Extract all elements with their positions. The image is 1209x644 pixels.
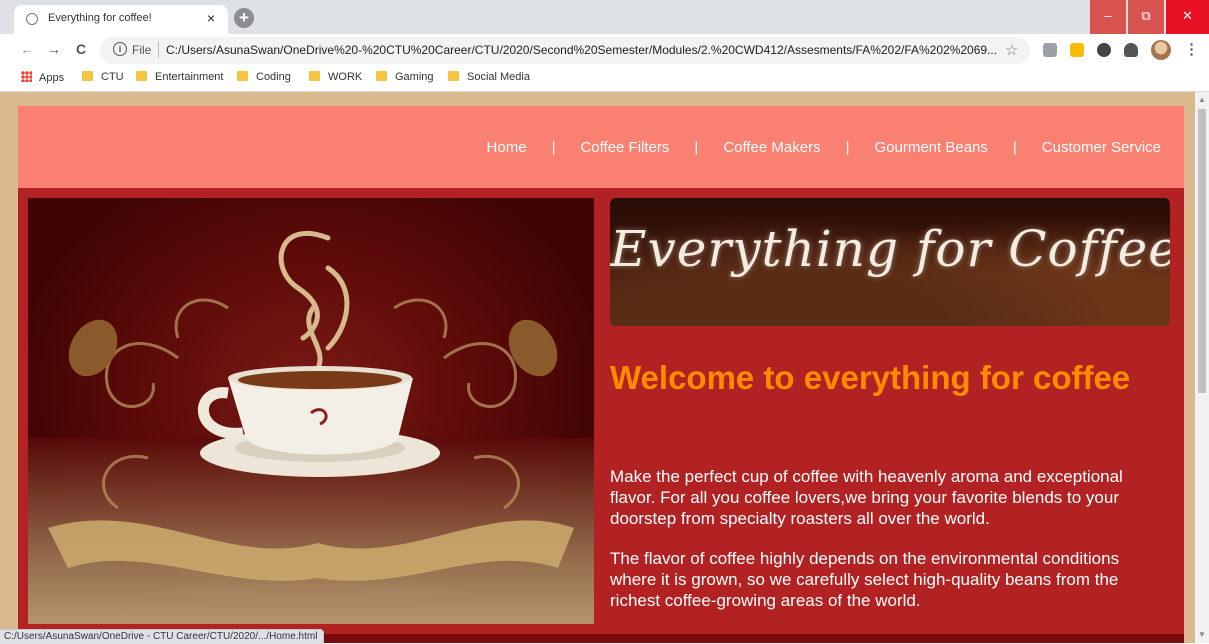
nav-home[interactable]: Home: [487, 139, 527, 156]
address-bar[interactable]: i File C:/Users/AsunaSwan/OneDrive%20-%2…: [100, 37, 1030, 64]
flavor-paragraph: The flavor of coffee highly depends on t…: [610, 549, 1120, 610]
nav-separator: |: [1012, 139, 1017, 156]
page-viewport: Home | Coffee Filters | Coffee Makers | …: [0, 92, 1195, 643]
tab-title: Everything for coffee!: [48, 12, 152, 24]
folder-icon: [376, 71, 387, 81]
address-separator: [158, 42, 159, 58]
nav-gourment-beans[interactable]: Gourment Beans: [874, 139, 987, 156]
bookmark-coding[interactable]: Coding: [237, 71, 291, 83]
tab-strip: Everything for coffee! × + – ⧉ ✕: [0, 0, 1209, 34]
menu-kebab-icon[interactable]: ⋮: [1184, 40, 1199, 58]
tab-close-icon[interactable]: ×: [207, 10, 215, 26]
nav-separator: |: [694, 139, 699, 156]
profile-avatar[interactable]: [1151, 40, 1171, 60]
bookmark-social-media[interactable]: Social Media: [448, 71, 530, 83]
bookmark-ctu[interactable]: CTU: [82, 71, 124, 83]
forward-icon[interactable]: →: [47, 41, 61, 57]
nav-customer-service[interactable]: Customer Service: [1042, 139, 1161, 156]
nav-separator: |: [845, 139, 850, 156]
welcome-heading: Welcome to everything for coffee: [610, 359, 1131, 396]
apps-grid-icon: [21, 71, 32, 82]
extension-yellow-icon[interactable]: [1070, 43, 1084, 57]
scroll-down-icon[interactable]: ▼: [1198, 630, 1206, 639]
folder-icon: [237, 71, 248, 81]
scheme-label: File: [132, 43, 152, 57]
close-window-button[interactable]: ✕: [1166, 0, 1209, 34]
scroll-thumb[interactable]: [1198, 109, 1206, 393]
back-icon[interactable]: ←: [20, 41, 34, 57]
scroll-up-icon[interactable]: ▲: [1198, 95, 1206, 104]
vertical-scrollbar[interactable]: ▲ ▼: [1195, 92, 1209, 643]
nav-coffee-makers[interactable]: Coffee Makers: [723, 139, 820, 156]
site-header: Home | Coffee Filters | Coffee Makers | …: [18, 106, 1184, 188]
folder-icon: [309, 71, 320, 81]
info-icon[interactable]: i: [113, 42, 127, 56]
folder-icon: [448, 71, 459, 81]
extension-ball-icon[interactable]: [1097, 43, 1111, 57]
bookmark-work[interactable]: WORK: [309, 71, 362, 83]
reload-icon[interactable]: C: [76, 41, 86, 57]
bookmark-entertainment[interactable]: Entertainment: [136, 71, 223, 83]
folder-icon: [136, 71, 147, 81]
bookmark-gaming[interactable]: Gaming: [376, 71, 434, 83]
coffee-cup-illustration: [48, 230, 574, 581]
url-text[interactable]: C:/Users/AsunaSwan/OneDrive%20-%20CTU%20…: [166, 43, 997, 57]
bookmark-star-icon[interactable]: ☆: [1005, 41, 1018, 59]
browser-tab[interactable]: Everything for coffee! ×: [14, 5, 228, 34]
intro-paragraph: Make the perfect cup of coffee with heav…: [610, 467, 1123, 528]
browser-toolbar: ← → C i File C:/Users/AsunaSwan/OneDrive…: [0, 34, 1209, 66]
extensions-puzzle-icon[interactable]: [1124, 43, 1138, 57]
folder-icon: [82, 71, 93, 81]
globe-icon: [26, 13, 38, 25]
status-bar: C:/Users/AsunaSwan/OneDrive - CTU Career…: [0, 629, 325, 644]
banner-title: Everything for Coffee: [610, 220, 1170, 278]
nav-coffee-filters[interactable]: Coffee Filters: [580, 139, 669, 156]
extension-pdf-icon[interactable]: [1043, 43, 1057, 57]
new-tab-button[interactable]: +: [234, 8, 254, 28]
coffee-cup-hero-image: [28, 198, 594, 624]
restore-button[interactable]: ⧉: [1128, 0, 1164, 34]
bookmarks-bar: Apps CTU Entertainment Coding WORK Gamin…: [0, 66, 1209, 92]
site-nav: Home | Coffee Filters | Coffee Makers | …: [487, 139, 1161, 156]
site-container: Home | Coffee Filters | Coffee Makers | …: [18, 106, 1184, 643]
nav-separator: |: [551, 139, 556, 156]
bookmark-apps[interactable]: Apps: [21, 71, 64, 84]
minimize-button[interactable]: –: [1090, 0, 1126, 34]
site-banner: Everything for Coffee: [610, 198, 1170, 326]
